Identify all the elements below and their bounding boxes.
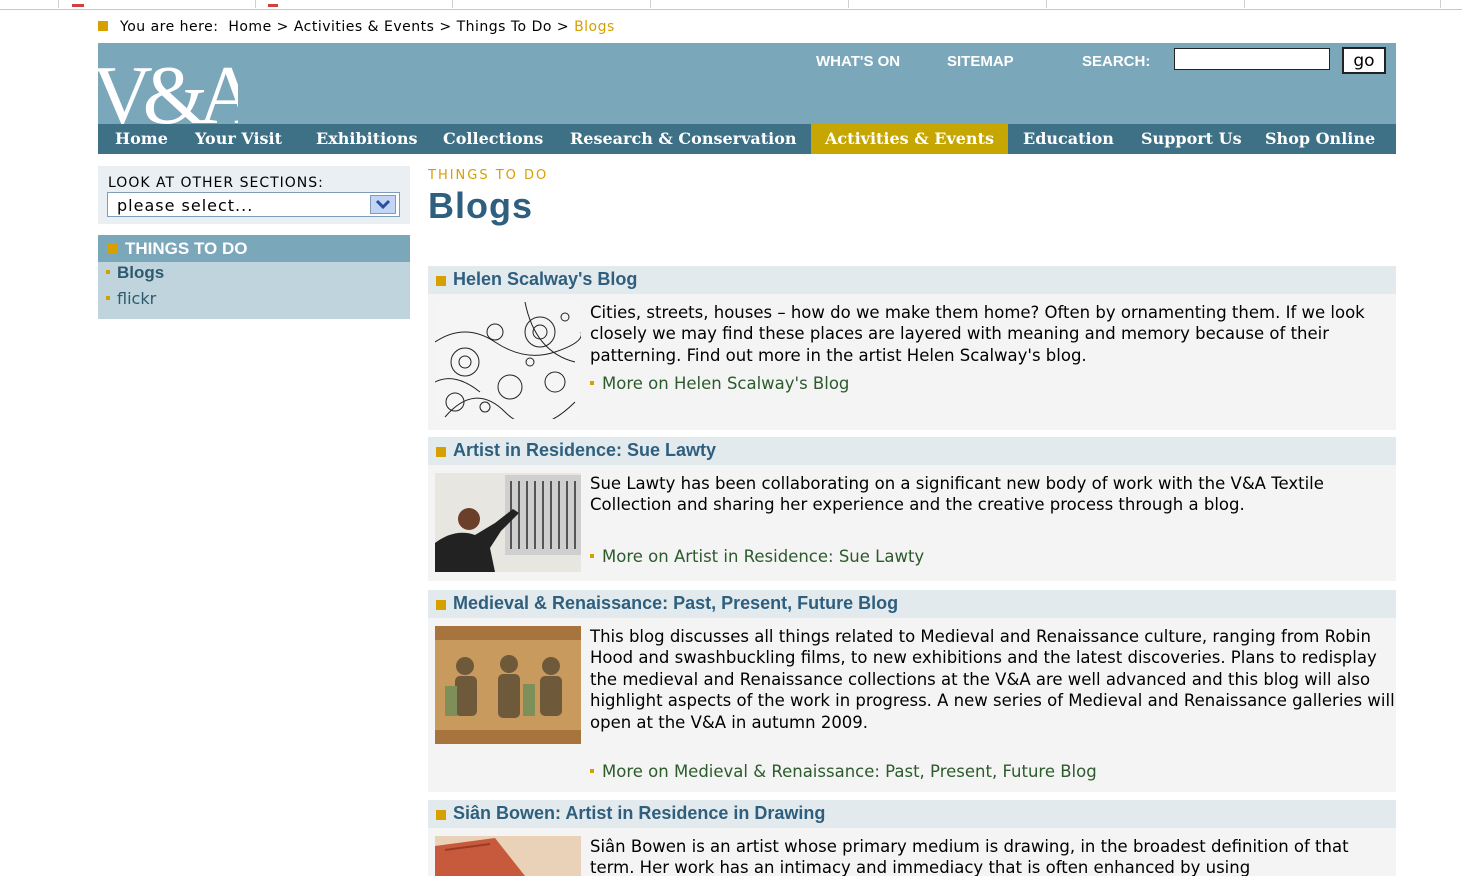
bullet-icon [590,769,594,773]
blog-title-link[interactable]: Siân Bowen: Artist in Residence in Drawi… [453,803,825,824]
sidebar-section-title: THINGS TO DO [125,239,248,258]
blog-description: This blog discusses all things related t… [590,627,1395,732]
blog-entry-header: Helen Scalway's Blog [428,266,1396,294]
bullet-icon [106,296,110,300]
look-at-sections-label: LOOK AT OTHER SECTIONS: [108,175,324,191]
divider [255,0,256,8]
blog-entry: Siân Bowen: Artist in Residence in Drawi… [428,800,1396,876]
nav-home[interactable]: Home [115,124,168,154]
browser-tab-marker [72,4,84,7]
page-title: Blogs [428,185,534,226]
bullet-icon [590,381,594,385]
blog-entry: Medieval & Renaissance: Past, Present, F… [428,590,1396,792]
nav-activities-events[interactable]: Activities & Events [811,124,1008,154]
nav-research-conservation[interactable]: Research & Conservation [570,124,797,154]
blog-title-link[interactable]: Artist in Residence: Sue Lawty [453,440,716,461]
nav-support-us[interactable]: Support Us [1141,124,1242,154]
blog-thumbnail[interactable] [435,626,581,744]
divider [452,0,453,8]
breadcrumb: You are here: Home > Activities & Events… [98,19,615,35]
bullet-icon [106,270,110,274]
browser-tab-marker [268,4,278,7]
va-logo[interactable]: V&A [98,49,238,124]
bullet-square-icon [436,600,446,610]
blog-entry: Artist in Residence: Sue Lawty Sue Lawty… [428,437,1396,581]
browser-top-strip [0,0,1462,10]
chevron-down-icon[interactable] [370,195,396,214]
search-go-button[interactable]: go [1342,47,1386,74]
bullet-square-icon [98,21,108,31]
nav-collections[interactable]: Collections [443,124,543,154]
blog-description: Siân Bowen is an artist whose primary me… [590,837,1349,876]
blog-more-label: More on Artist in Residence: Sue Lawty [602,547,925,566]
search-input[interactable] [1174,48,1330,70]
blog-thumbnail[interactable] [435,473,581,572]
sidebar-nav: THINGS TO DO Blogs flickr [98,235,410,319]
blog-entry-header: Medieval & Renaissance: Past, Present, F… [428,590,1396,618]
bullet-icon [590,554,594,558]
bullet-square-icon [436,447,446,457]
sidebar-item-label: Blogs [117,263,165,282]
page-kicker: THINGS TO DO [428,168,549,183]
blog-description: Sue Lawty has been collaborating on a si… [590,474,1324,515]
breadcrumb-activities-events[interactable]: Activities & Events [294,19,435,35]
sidebar-item-flickr[interactable]: flickr [106,289,156,308]
section-select[interactable]: please select... [107,192,400,217]
blog-entry: Helen Scalway's Blog Cities, streets, ho… [428,266,1396,430]
divider [1244,0,1245,8]
divider [650,0,651,8]
blog-description: Cities, streets, houses – how do we make… [590,303,1365,365]
breadcrumb-home[interactable]: Home [228,19,271,35]
main-nav: Home Your Visit Exhibitions Collections … [98,124,1396,154]
divider [58,0,59,8]
divider [1046,0,1047,8]
section-selector-panel: LOOK AT OTHER SECTIONS: please select... [98,166,410,224]
blog-thumbnail[interactable] [435,302,581,419]
blog-more-link[interactable]: More on Helen Scalway's Blog [590,374,849,393]
bullet-square-icon [436,810,446,820]
sidebar-section-header: THINGS TO DO [98,235,410,262]
blog-more-label: More on Medieval & Renaissance: Past, Pr… [602,762,1097,781]
blog-title-link[interactable]: Helen Scalway's Blog [453,269,637,290]
blog-more-link[interactable]: More on Medieval & Renaissance: Past, Pr… [590,762,1097,781]
sitemap-link[interactable]: SITEMAP [947,53,1014,70]
breadcrumb-things-to-do[interactable]: Things To Do [457,19,552,35]
breadcrumb-separator: > [556,19,570,35]
blog-more-label: More on Helen Scalway's Blog [602,374,850,393]
nav-education[interactable]: Education [1023,124,1114,154]
site-header: V&A WHAT'S ON SITEMAP SEARCH: go [98,43,1396,124]
blog-more-link[interactable]: More on Artist in Residence: Sue Lawty [590,547,924,566]
breadcrumb-separator: > [276,19,289,35]
nav-shop-online[interactable]: Shop Online [1265,124,1375,154]
nav-exhibitions[interactable]: Exhibitions [316,124,418,154]
logo-text: V&A [98,49,238,124]
nav-your-visit[interactable]: Your Visit [195,124,282,154]
breadcrumb-current: Blogs [574,19,615,35]
divider [848,0,849,8]
search-label: SEARCH: [1082,53,1151,70]
sidebar-item-blogs[interactable]: Blogs [106,263,164,283]
sidebar-item-label: flickr [117,289,157,308]
bullet-square-icon [108,244,118,254]
section-select-value: please select... [117,196,254,215]
breadcrumb-separator: > [439,19,452,35]
blog-entry-header: Artist in Residence: Sue Lawty [428,437,1396,465]
bullet-square-icon [436,276,446,286]
blog-entry-header: Siân Bowen: Artist in Residence in Drawi… [428,800,1396,828]
breadcrumb-prefix: You are here: [120,19,219,35]
divider [1440,0,1441,8]
whats-on-link[interactable]: WHAT'S ON [816,53,900,70]
blog-title-link[interactable]: Medieval & Renaissance: Past, Present, F… [453,593,898,614]
blog-thumbnail[interactable] [435,836,581,876]
